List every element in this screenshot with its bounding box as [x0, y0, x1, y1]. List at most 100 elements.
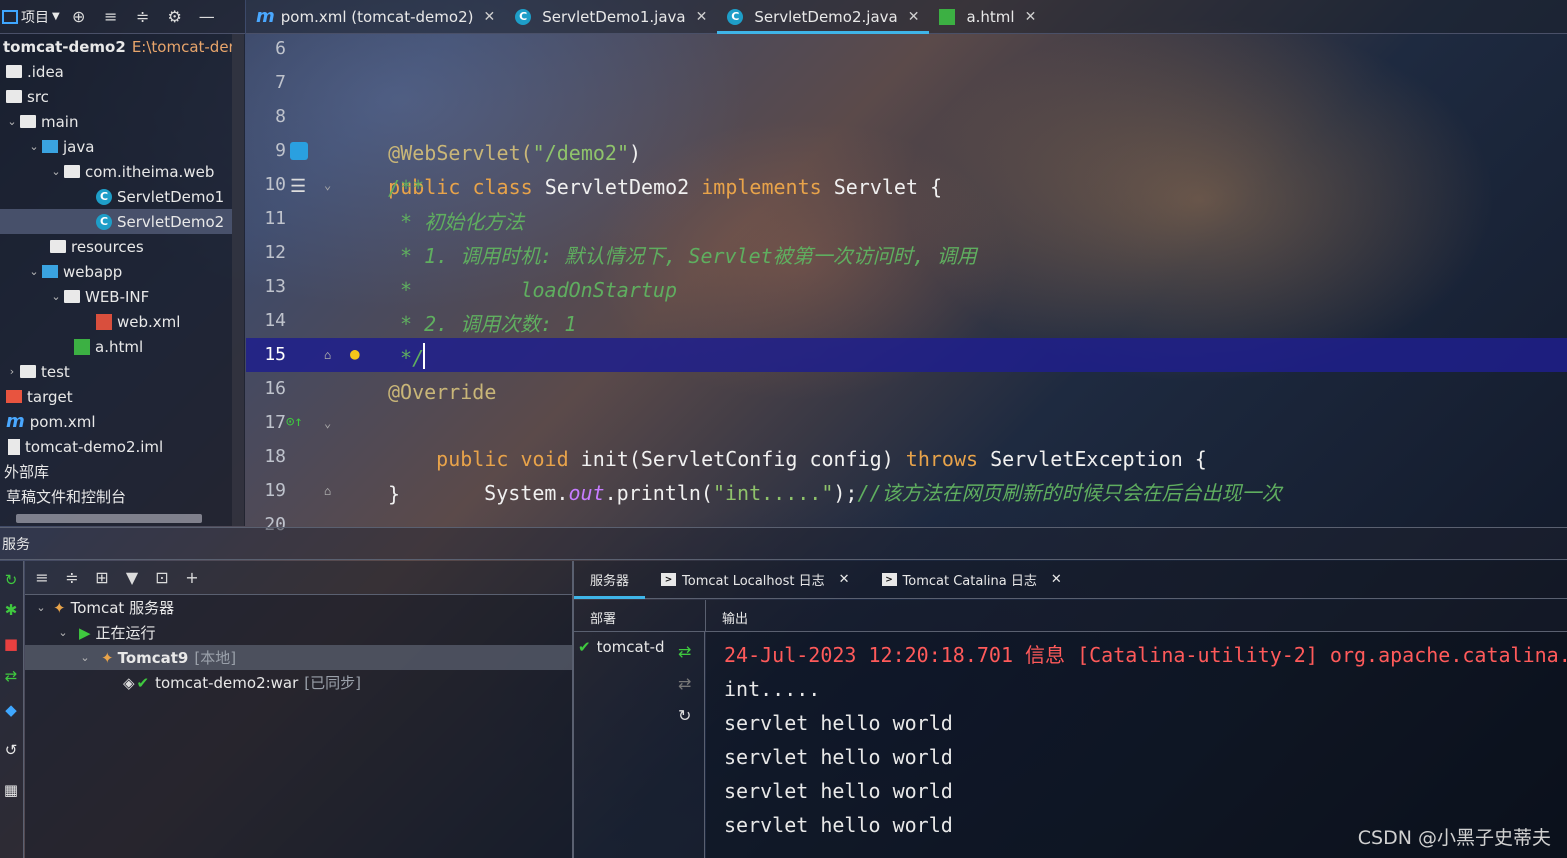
gear-icon[interactable]: ⚙: [162, 4, 188, 30]
rerun-icon[interactable]: ↻: [0, 571, 22, 591]
tree-item-src[interactable]: src: [0, 84, 232, 109]
locate-icon[interactable]: ⊕: [66, 4, 92, 30]
close-icon[interactable]: ✕: [1051, 572, 1062, 587]
add-service-icon[interactable]: +: [179, 565, 205, 591]
refresh-icon[interactable]: ↺: [0, 741, 22, 761]
project-horizontal-scrollbar[interactable]: [16, 514, 202, 523]
fold-icon[interactable]: ⌂: [324, 484, 331, 498]
collapse-all-icon[interactable]: ≑: [59, 565, 85, 591]
tree-item-label: 草稿文件和控制台: [6, 488, 127, 506]
chevron-down-icon[interactable]: ⌄: [4, 115, 20, 128]
tree-item-main[interactable]: ⌄ main: [0, 109, 232, 134]
line-number: 17: [264, 412, 286, 433]
collapse-all-icon[interactable]: ≑: [130, 4, 156, 30]
chevron-down-icon[interactable]: ⌄: [26, 265, 42, 278]
filter-icon[interactable]: ▼: [119, 565, 145, 591]
close-icon[interactable]: ✕: [1025, 9, 1037, 25]
tab-server-output[interactable]: 服务器: [574, 561, 646, 599]
project-vertical-scrollbar[interactable]: [232, 34, 244, 526]
deploy-action-icon[interactable]: ⇄: [678, 642, 691, 661]
expand-all-icon[interactable]: ≡: [29, 565, 55, 591]
class-icon: C: [727, 8, 744, 25]
project-tree: tomcat-demo2 E:\tomcat-dem .idea src ⌄ m…: [0, 34, 245, 526]
tree-item-root[interactable]: tomcat-demo2 E:\tomcat-dem: [0, 34, 232, 59]
implements-icon[interactable]: ⊙↑: [286, 414, 303, 430]
tree-item-external-libs[interactable]: 外部库: [0, 459, 232, 484]
stop-icon[interactable]: ■: [0, 635, 22, 655]
tree-item-servletdemo2[interactable]: C ServletDemo2: [0, 209, 232, 234]
tab-a-html[interactable]: a.html ✕: [929, 0, 1046, 34]
fold-icon[interactable]: ⌄: [324, 416, 331, 430]
tree-item-servletdemo1[interactable]: C ServletDemo1: [0, 184, 232, 209]
tree-item-java[interactable]: ⌄ java: [0, 134, 232, 159]
tree-item-iml[interactable]: tomcat-demo2.iml: [0, 434, 232, 459]
tab-servletdemo2[interactable]: C ServletDemo2.java ✕: [717, 0, 930, 34]
output-line: int.....: [724, 677, 821, 701]
tree-item-package[interactable]: ⌄ com.itheima.web: [0, 159, 232, 184]
documentation-icon[interactable]: ☰: [290, 176, 306, 197]
servlet-gutter-icon[interactable]: [290, 142, 308, 160]
chevron-right-icon[interactable]: ›: [4, 365, 20, 378]
services-title-bar: 服务: [0, 527, 1567, 560]
line-number: 6: [275, 38, 286, 59]
tree-item-scratches[interactable]: 草稿文件和控制台: [0, 484, 232, 509]
service-item-running[interactable]: ⌄ ▶ 正在运行: [25, 620, 572, 645]
chevron-down-icon[interactable]: ⌄: [33, 601, 49, 614]
deploy-list: ✔ tomcat-d ⇄ ⇄ ↻: [574, 632, 705, 858]
service-tag: [已同步]: [304, 674, 362, 692]
project-view-dropdown[interactable]: 项目 ▼: [2, 7, 60, 27]
tree-item-label: target: [27, 387, 73, 406]
tree-item-web-inf[interactable]: ⌄ WEB-INF: [0, 284, 232, 309]
tree-item-idea[interactable]: .idea: [0, 59, 232, 84]
artifact-icon[interactable]: ◆: [0, 701, 22, 721]
chevron-down-icon[interactable]: ⌄: [77, 651, 93, 664]
output-line: servlet hello world: [724, 813, 953, 837]
new-tab-icon[interactable]: ⊡: [149, 565, 175, 591]
tab-pom-xml[interactable]: m pom.xml (tomcat-demo2) ✕: [246, 0, 505, 34]
line-number: 19: [264, 480, 286, 501]
terminal-icon: >: [881, 573, 897, 586]
fold-icon[interactable]: ⌄: [324, 178, 331, 192]
tab-label: a.html: [966, 7, 1015, 26]
deploy-icon[interactable]: ⇄: [0, 667, 22, 687]
expand-all-icon[interactable]: ≡: [98, 4, 124, 30]
refresh-icon[interactable]: ↻: [678, 706, 691, 725]
debug-icon[interactable]: ✱: [0, 601, 22, 621]
close-icon[interactable]: ✕: [483, 9, 495, 25]
tree-item-test[interactable]: › test: [0, 359, 232, 384]
tree-item-a-html[interactable]: a.html: [0, 334, 232, 359]
layout-icon[interactable]: ▦: [0, 781, 22, 801]
tree-item-path: E:\tomcat-dem: [131, 37, 232, 56]
service-item-artifact[interactable]: ◈ ✔ tomcat-demo2:war [已同步]: [25, 670, 572, 695]
resources-folder-icon: [50, 240, 66, 253]
chevron-down-icon[interactable]: ⌄: [26, 140, 42, 153]
code-editor[interactable]: @WebServlet("/demo2") public class Servl…: [340, 36, 1567, 526]
minimize-icon[interactable]: —: [194, 4, 220, 30]
tab-catalina-log[interactable]: > Tomcat Catalina 日志 ✕: [866, 561, 1078, 599]
maven-icon: m: [6, 411, 25, 432]
group-by-icon[interactable]: ⊞: [89, 565, 115, 591]
tree-item-target[interactable]: target: [0, 384, 232, 409]
chevron-down-icon[interactable]: ⌄: [55, 626, 71, 639]
folder-icon: [6, 65, 22, 78]
tab-servletdemo1[interactable]: C ServletDemo1.java ✕: [505, 0, 717, 34]
tab-localhost-log[interactable]: > Tomcat Localhost 日志 ✕: [645, 561, 866, 599]
chevron-down-icon[interactable]: ⌄: [48, 290, 64, 303]
close-icon[interactable]: ✕: [908, 9, 920, 25]
chevron-down-icon[interactable]: ⌄: [48, 165, 64, 178]
output-line: servlet hello world: [724, 711, 953, 735]
services-side-toolbar: ↻ ✱ ■ ⇄ ◆ ↺ ▦: [0, 561, 24, 858]
tree-item-webapp[interactable]: ⌄ webapp: [0, 259, 232, 284]
watermark: CSDN @小黑子史蒂夫: [1357, 827, 1551, 849]
undeploy-icon[interactable]: ⇄: [678, 674, 691, 693]
tree-item-resources[interactable]: resources: [0, 234, 232, 259]
line-number: 9: [275, 140, 286, 161]
tree-item-web-xml[interactable]: web.xml: [0, 309, 232, 334]
service-item-tomcat-server[interactable]: ⌄ ✦ Tomcat 服务器: [25, 595, 572, 620]
close-icon[interactable]: ✕: [696, 9, 708, 25]
close-icon[interactable]: ✕: [839, 572, 850, 587]
tree-item-pom[interactable]: m pom.xml: [0, 409, 232, 434]
service-item-tomcat9[interactable]: ⌄ ✦ Tomcat9 [本地]: [25, 645, 572, 670]
deploy-item[interactable]: ✔ tomcat-d: [578, 638, 665, 656]
fold-icon[interactable]: ⌂: [324, 348, 331, 362]
